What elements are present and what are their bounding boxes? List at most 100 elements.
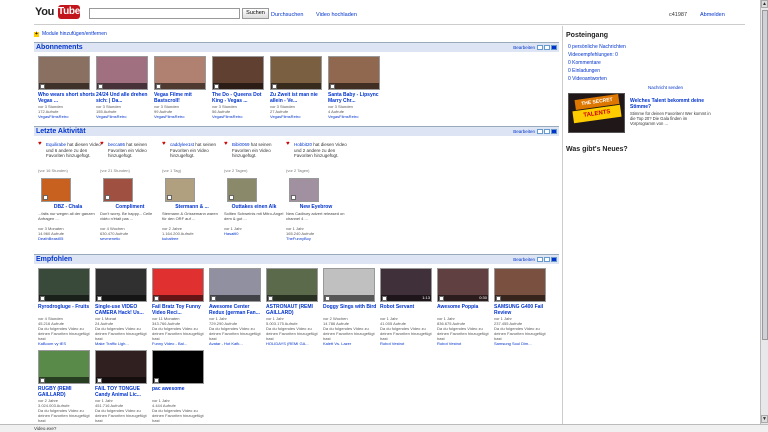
video-user-link[interactable]: Funny Video - Bal...	[152, 341, 207, 346]
add-to-quicklist-icon[interactable]	[211, 296, 216, 301]
video-title[interactable]: SAMSUNG G400 Fail Review	[494, 304, 549, 316]
video-user-link[interactable]: Robot Vestrot	[437, 341, 492, 346]
video-thumbnail[interactable]	[152, 350, 204, 384]
video-user-link[interactable]: VegasFilmsRetro	[96, 114, 154, 119]
move-down-icon[interactable]	[544, 129, 550, 134]
add-to-quicklist-icon[interactable]	[439, 296, 444, 301]
video-user-link[interactable]: TheFunnyBoy	[286, 236, 346, 241]
scroll-down-icon[interactable]: ▼	[761, 415, 768, 423]
video-user-link[interactable]: Kalett Vs. Lazer	[323, 341, 378, 346]
video-title[interactable]: The Do - Queens Dot King - Vegas ...	[212, 92, 270, 104]
activity-edit-link[interactable]: Bearbeiten	[513, 129, 535, 134]
video-user-link[interactable]: VegasFilmsRetro	[212, 114, 270, 119]
add-to-quicklist-icon[interactable]	[97, 296, 102, 301]
add-to-quicklist-icon[interactable]	[105, 195, 110, 200]
activity-user-link[interactable]: Hobbit20	[294, 142, 312, 147]
video-title[interactable]: Ryrodrogluge - Fruits	[38, 304, 93, 310]
add-to-quicklist-icon[interactable]	[496, 296, 501, 301]
video-user-link[interactable]: sevmenetic	[100, 236, 160, 241]
activity-user-link[interactable]: becca86	[108, 142, 125, 147]
modules-link[interactable]: + Module hinzufügen/entfernen	[34, 31, 107, 37]
subscriptions-title[interactable]: Abonnements	[36, 44, 83, 51]
add-to-quicklist-icon[interactable]	[156, 84, 161, 89]
add-to-quicklist-icon[interactable]	[214, 84, 219, 89]
video-thumbnail[interactable]	[227, 178, 257, 202]
search-button[interactable]: Suchen	[242, 8, 269, 19]
video-user-link[interactable]: Samsung Soul Dim...	[494, 341, 549, 346]
move-down-icon[interactable]	[544, 45, 550, 50]
add-to-quicklist-icon[interactable]	[40, 296, 45, 301]
video-thumbnail[interactable]	[270, 56, 322, 90]
video-thumbnail[interactable]	[494, 268, 546, 302]
video-title[interactable]: Santa Baby - Lipsync Marry Chr...	[328, 92, 386, 104]
video-title[interactable]: Stermann & ...	[162, 204, 222, 210]
video-thumbnail[interactable]: 0:30	[437, 268, 489, 302]
add-to-quicklist-icon[interactable]	[154, 378, 159, 383]
video-user-link[interactable]: DeathBeast05	[38, 236, 98, 241]
video-thumbnail[interactable]	[209, 268, 261, 302]
video-user-link[interactable]: Make Traffic Ligh...	[95, 341, 150, 346]
search-input[interactable]	[89, 8, 240, 19]
youtube-logo[interactable]: You Tube	[34, 5, 80, 20]
video-title[interactable]: Who wears short shorts Vegas ...	[38, 92, 96, 104]
video-title[interactable]: Vegas Filme mit Bastscroll!	[154, 92, 212, 104]
video-title[interactable]: Zu Zweit ist man nie allein - Ve...	[270, 92, 328, 104]
add-to-quicklist-icon[interactable]	[167, 195, 172, 200]
video-thumbnail[interactable]	[165, 178, 195, 202]
video-title[interactable]: Robot Servant	[380, 304, 435, 310]
video-thumbnail[interactable]	[96, 56, 148, 90]
add-to-quicklist-icon[interactable]	[272, 84, 277, 89]
inbox-item-link[interactable]: 0 Kommentare	[568, 60, 601, 66]
video-thumbnail[interactable]	[38, 268, 90, 302]
scroll-thumb[interactable]	[762, 10, 768, 340]
add-to-quicklist-icon[interactable]	[330, 84, 335, 89]
close-module-icon[interactable]	[551, 129, 557, 134]
video-user-link[interactable]: VegasFilmsRetro	[38, 114, 96, 119]
video-title[interactable]: Awesome Center Redux (german Fan...	[209, 304, 264, 316]
add-to-quicklist-icon[interactable]	[98, 84, 103, 89]
move-up-icon[interactable]	[537, 129, 543, 134]
activity-user-link[interactable]: Equilirabe	[46, 142, 66, 147]
move-up-icon[interactable]	[537, 257, 543, 262]
logout-link[interactable]: Abmelden	[700, 12, 725, 18]
video-title[interactable]: pac awesome	[152, 386, 207, 392]
video-title[interactable]: FAIL TOY TONGUE Candy Animal Lic...	[95, 386, 150, 398]
inbox-item-link[interactable]: Videoempfehlungen: 0	[568, 52, 618, 58]
video-user-link[interactable]: Hasaitl0	[224, 231, 284, 236]
video-user-link[interactable]: Avatar - Hot Kafk...	[209, 341, 264, 346]
recommended-title[interactable]: Empfohlen	[36, 256, 72, 263]
video-user-link[interactable]: VegasFilmsRetro	[328, 114, 386, 119]
move-down-icon[interactable]	[544, 257, 550, 262]
activity-user-link[interactable]: caddylee1st	[170, 142, 194, 147]
video-user-link[interactable]: VegasFilmsRetro	[154, 114, 212, 119]
video-thumbnail[interactable]	[212, 56, 264, 90]
video-thumbnail[interactable]	[38, 56, 90, 90]
add-to-quicklist-icon[interactable]	[97, 378, 102, 383]
add-to-quicklist-icon[interactable]	[40, 84, 45, 89]
add-to-quicklist-icon[interactable]	[382, 296, 387, 301]
video-title[interactable]: Outtakes einen Alk	[224, 204, 284, 210]
ad-title[interactable]: Welches Talent bekommt deine Stimme?	[630, 98, 712, 110]
scroll-up-icon[interactable]: ▲	[761, 0, 768, 8]
video-title[interactable]: RUGBY (REMI GAILLARD)	[38, 386, 93, 398]
close-module-icon[interactable]	[551, 45, 557, 50]
video-title[interactable]: DBZ - Chala	[38, 204, 98, 210]
add-to-quicklist-icon[interactable]	[40, 378, 45, 383]
subscriptions-edit-link[interactable]: Bearbeiten	[513, 45, 535, 50]
upload-link[interactable]: Video hochladen	[316, 12, 357, 18]
video-title[interactable]: New Eyebrow	[286, 204, 346, 210]
video-thumbnail[interactable]	[95, 350, 147, 384]
inbox-item-link[interactable]: 0 Videoantworten	[568, 76, 607, 82]
video-thumbnail[interactable]	[154, 56, 206, 90]
add-to-quicklist-icon[interactable]	[268, 296, 273, 301]
video-user-link[interactable]: VegasFilmsRetro	[270, 114, 328, 119]
username-link[interactable]: c41987	[669, 12, 687, 18]
video-thumbnail[interactable]	[328, 56, 380, 90]
close-module-icon[interactable]	[551, 257, 557, 262]
video-thumbnail[interactable]	[266, 268, 318, 302]
recommended-edit-link[interactable]: Bearbeiten	[513, 257, 535, 262]
video-thumbnail[interactable]	[103, 178, 133, 202]
video-title[interactable]: ASTRONAUT (REMI GAILLARD)	[266, 304, 321, 316]
video-thumbnail[interactable]: 1:13	[380, 268, 432, 302]
move-up-icon[interactable]	[537, 45, 543, 50]
